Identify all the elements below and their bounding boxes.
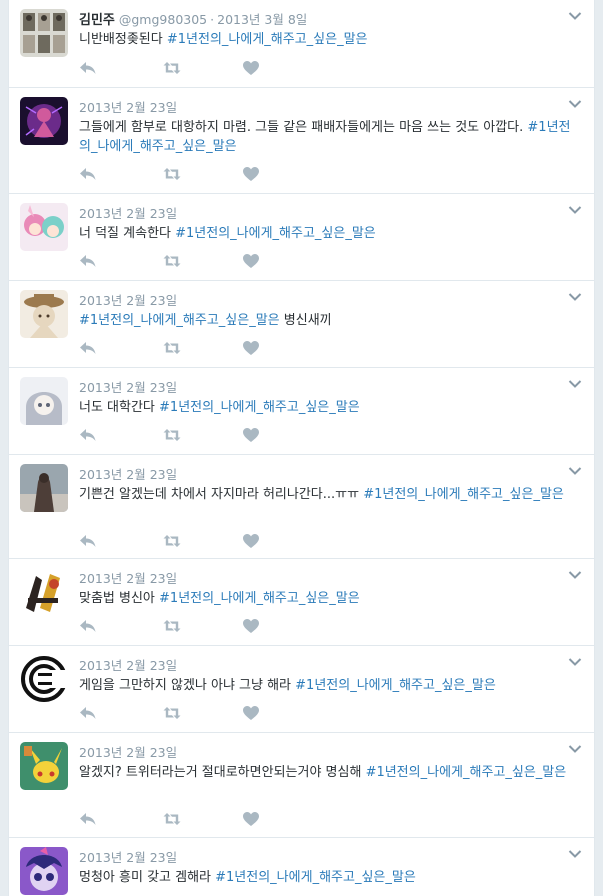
retweet-icon[interactable] (163, 340, 181, 356)
chevron-down-icon[interactable] (568, 849, 582, 859)
tweet-text: #1년전의_나에게_해주고_싶은_말은 병신새끼 (79, 313, 332, 328)
reply-icon[interactable] (79, 705, 97, 721)
chevron-down-icon[interactable] (568, 379, 582, 389)
heart-icon[interactable] (242, 427, 260, 443)
avatar[interactable] (20, 97, 68, 145)
tweet-text: 기쁜건 알겠는데 차에서 자지마라 허리나간다...ㅠㅠ #1년전의_나에게_해… (79, 487, 564, 502)
chevron-down-icon[interactable] (568, 99, 582, 109)
chevron-down-icon[interactable] (568, 657, 582, 667)
heart-icon[interactable] (242, 60, 260, 76)
tweet-header: ·2013년 2월 23일 (79, 655, 564, 674)
chevron-down-icon[interactable] (568, 292, 582, 302)
tweet-text: 너 덕질 계속한다 #1년전의_나에게_해주고_싶은_말은 (79, 226, 376, 241)
tweet-time[interactable]: 2013년 3월 8일 (217, 12, 307, 27)
retweet-icon[interactable] (163, 253, 181, 269)
tweet[interactable]: ·2013년 2월 23일 그들에게 함부로 대항하지 마렴. 그들 같은 패배… (9, 88, 594, 194)
user-handle[interactable]: @gmg980305 (119, 12, 207, 27)
tweet-time[interactable]: 2013년 2월 23일 (79, 100, 177, 115)
retweet-icon[interactable] (163, 427, 181, 443)
tweet-header: ·2013년 2월 23일 (79, 568, 564, 587)
hashtag-link[interactable]: #1년전의_나에게_해주고_싶은_말은 (159, 400, 360, 415)
hashtag-link[interactable]: #1년전의_나에게_해주고_싶은_말은 (175, 226, 376, 241)
heart-icon[interactable] (242, 166, 260, 182)
retweet-icon[interactable] (163, 166, 181, 182)
tweet-text: 알겠지? 트위터라는거 절대로하면안되는거야 명심해 #1년전의_나에게_해주고… (79, 765, 567, 780)
retweet-icon[interactable] (163, 618, 181, 634)
avatar[interactable] (20, 290, 68, 338)
avatar[interactable] (20, 655, 68, 703)
heart-icon[interactable] (242, 811, 260, 827)
tweet-header: ·2013년 2월 23일 (79, 203, 564, 222)
tweet[interactable]: ·2013년 2월 23일 게임을 그만하지 않겠나 아냐 그냥 해라 #1년전… (9, 646, 594, 733)
tweet-time[interactable]: 2013년 2월 23일 (79, 745, 177, 760)
retweet-icon[interactable] (163, 811, 181, 827)
hashtag-link[interactable]: #1년전의_나에게_해주고_싶은_말은 (167, 32, 368, 47)
tweet-time[interactable]: 2013년 2월 23일 (79, 850, 177, 865)
heart-icon[interactable] (242, 705, 260, 721)
tweet[interactable]: ·2013년 2월 23일 멍청아 흥미 갖고 겜해라 #1년전의_나에게_해주… (9, 838, 594, 896)
tweet-time[interactable]: 2013년 2월 23일 (79, 571, 177, 586)
avatar[interactable] (20, 464, 68, 512)
hashtag-link[interactable]: #1년전의_나에게_해주고_싶은_말은 (159, 591, 360, 606)
tweet-text: 맞춤법 병신아 #1년전의_나에게_해주고_싶은_말은 (79, 591, 360, 606)
tweet[interactable]: 김민주 @gmg980305 · 2013년 3월 8일 니반배정좆된다 #1년전의… (9, 0, 594, 88)
tweet-header: ·2013년 2월 23일 (79, 742, 564, 761)
chevron-down-icon[interactable] (568, 744, 582, 754)
chevron-down-icon[interactable] (568, 11, 582, 21)
tweet-header: ·2013년 2월 23일 (79, 97, 564, 116)
avatar[interactable] (20, 203, 68, 251)
tweet-time[interactable]: 2013년 2월 23일 (79, 467, 177, 482)
tweet-text: 너도 대학간다 #1년전의_나에게_해주고_싶은_말은 (79, 400, 360, 415)
heart-icon[interactable] (242, 618, 260, 634)
reply-icon[interactable] (79, 60, 97, 76)
user-name[interactable]: 김민주 (79, 13, 115, 28)
reply-icon[interactable] (79, 427, 97, 443)
avatar[interactable] (20, 847, 68, 895)
tweet-time[interactable]: 2013년 2월 23일 (79, 380, 177, 395)
timeline: 김민주 @gmg980305 · 2013년 3월 8일 니반배정좆된다 #1년전의… (8, 0, 595, 896)
retweet-icon[interactable] (163, 705, 181, 721)
reply-icon[interactable] (79, 166, 97, 182)
reply-icon[interactable] (79, 811, 97, 827)
tweet-header: ·2013년 2월 23일 (79, 290, 564, 309)
reply-icon[interactable] (79, 618, 97, 634)
tweet[interactable]: ·2013년 2월 23일 너 덕질 계속한다 #1년전의_나에게_해주고_싶은… (9, 194, 594, 281)
reply-icon[interactable] (79, 253, 97, 269)
tweet-text: 멍청아 흥미 갖고 겜해라 #1년전의_나에게_해주고_싶은_말은 (79, 870, 416, 885)
chevron-down-icon[interactable] (568, 570, 582, 580)
reply-icon[interactable] (79, 340, 97, 356)
tweet-time[interactable]: 2013년 2월 23일 (79, 206, 177, 221)
tweet-header: ·2013년 2월 23일 (79, 464, 564, 483)
retweet-icon[interactable] (163, 60, 181, 76)
avatar[interactable] (20, 742, 68, 790)
reply-icon[interactable] (79, 533, 97, 549)
tweet-text: 그들에게 함부로 대항하지 마렴. 그들 같은 패배자들에게는 마음 쓰는 것도… (79, 120, 571, 154)
tweet-time[interactable]: 2013년 2월 23일 (79, 293, 177, 308)
tweet-header: ·2013년 2월 23일 (79, 377, 564, 396)
tweet[interactable]: ·2013년 2월 23일 맞춤법 병신아 #1년전의_나에게_해주고_싶은_말… (9, 559, 594, 646)
tweet-header: 김민주 @gmg980305 · 2013년 3월 8일 (79, 12, 308, 28)
hashtag-link[interactable]: #1년전의_나에게_해주고_싶은_말은 (79, 313, 280, 328)
heart-icon[interactable] (242, 533, 260, 549)
hashtag-link[interactable]: #1년전의_나에게_해주고_싶은_말은 (215, 870, 416, 885)
chevron-down-icon[interactable] (568, 466, 582, 476)
avatar[interactable] (20, 9, 68, 57)
tweet[interactable]: ·2013년 2월 23일 #1년전의_나에게_해주고_싶은_말은 병신새끼 (9, 281, 594, 368)
avatar[interactable] (20, 568, 68, 616)
heart-icon[interactable] (242, 340, 260, 356)
retweet-icon[interactable] (163, 533, 181, 549)
hashtag-link[interactable]: #1년전의_나에게_해주고_싶은_말은 (366, 765, 567, 780)
tweet[interactable]: ·2013년 2월 23일 기쁜건 알겠는데 차에서 자지마라 허리나간다...… (9, 455, 594, 559)
chevron-down-icon[interactable] (568, 205, 582, 215)
tweet-text: 게임을 그만하지 않겠나 아냐 그냥 해라 #1년전의_나에게_해주고_싶은_말… (79, 678, 496, 693)
tweet[interactable]: ·2013년 2월 23일 알겠지? 트위터라는거 절대로하면안되는거야 명심해… (9, 733, 594, 838)
heart-icon[interactable] (242, 253, 260, 269)
tweet-text: 니반배정좆된다 #1년전의_나에게_해주고_싶은_말은 (79, 32, 368, 47)
tweet[interactable]: ·2013년 2월 23일 너도 대학간다 #1년전의_나에게_해주고_싶은_말… (9, 368, 594, 455)
tweet-time[interactable]: 2013년 2월 23일 (79, 658, 177, 673)
tweet-header: ·2013년 2월 23일 (79, 847, 564, 866)
avatar[interactable] (20, 377, 68, 425)
hashtag-link[interactable]: #1년전의_나에게_해주고_싶은_말은 (295, 678, 496, 693)
hashtag-link[interactable]: #1년전의_나에게_해주고_싶은_말은 (363, 487, 564, 502)
